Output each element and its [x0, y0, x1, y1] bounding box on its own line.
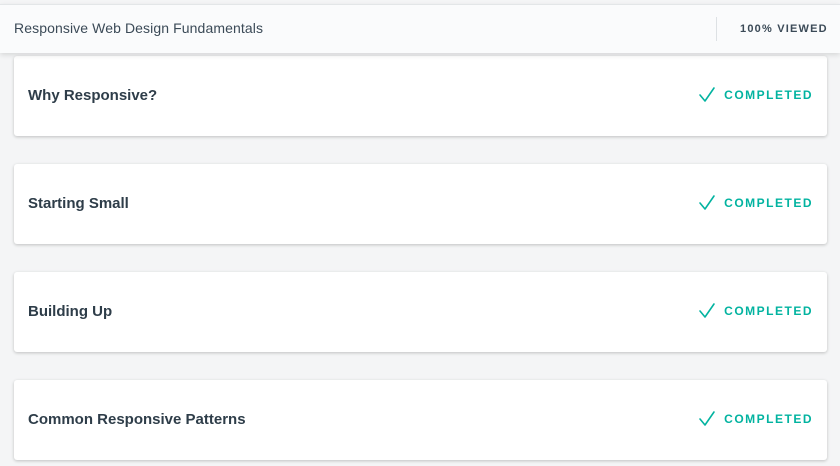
lesson-title: Building Up: [28, 303, 113, 320]
viewed-progress: 100% VIEWED: [740, 23, 828, 35]
lesson-card-building-up[interactable]: Building Up COMPLETED: [14, 272, 827, 352]
lesson-status: COMPLETED: [698, 86, 813, 104]
status-label: COMPLETED: [724, 196, 813, 210]
course-header: Responsive Web Design Fundamentals 100% …: [0, 4, 840, 53]
check-icon: [699, 303, 715, 318]
lesson-title: Why Responsive?: [28, 87, 158, 104]
lesson-card-starting-small[interactable]: Starting Small COMPLETED: [14, 164, 827, 244]
status-label: COMPLETED: [724, 412, 813, 426]
lesson-status: COMPLETED: [698, 194, 813, 212]
course-page: Responsive Web Design Fundamentals 100% …: [0, 0, 840, 466]
check-icon: [699, 195, 715, 210]
check-icon: [699, 87, 715, 102]
lesson-status: COMPLETED: [698, 410, 813, 428]
status-label: COMPLETED: [724, 88, 813, 102]
lesson-title: Common Responsive Patterns: [28, 411, 246, 428]
lesson-card-common-responsive-patterns[interactable]: Common Responsive Patterns COMPLETED: [14, 380, 827, 460]
course-title: Responsive Web Design Fundamentals: [14, 20, 264, 36]
lesson-title: Starting Small: [28, 195, 129, 212]
check-icon: [699, 411, 715, 426]
header-divider: [716, 17, 717, 41]
lesson-card-why-responsive[interactable]: Why Responsive? COMPLETED: [14, 56, 827, 136]
status-label: COMPLETED: [724, 304, 813, 318]
lesson-status: COMPLETED: [698, 302, 813, 320]
